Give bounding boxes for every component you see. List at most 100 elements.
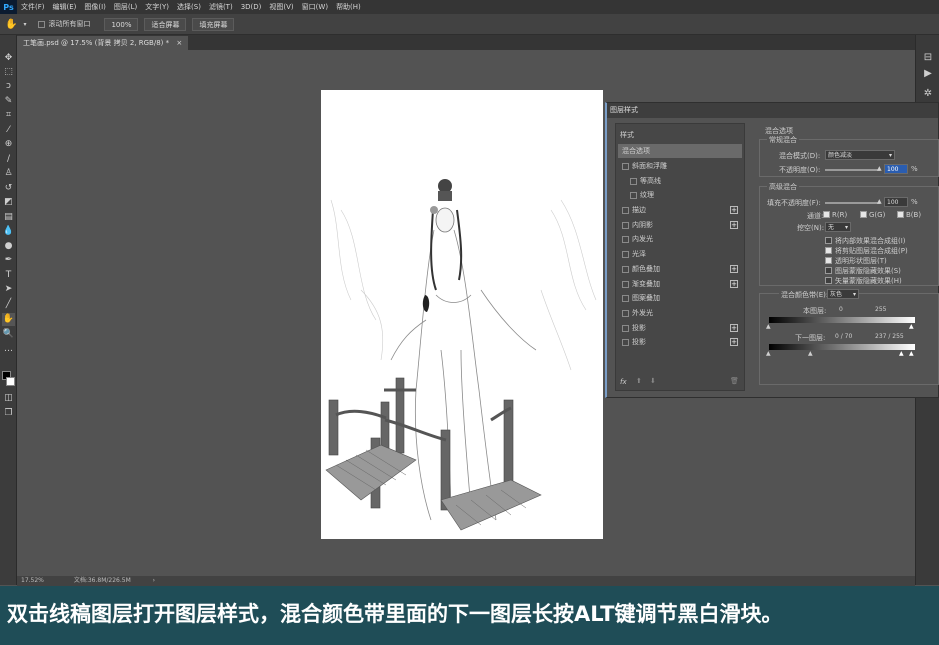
eraser-tool-icon[interactable]: ◩ bbox=[2, 196, 15, 209]
document-tab[interactable]: 工笔画.psd @ 17.5% (背景 拷贝 2, RGB/8) * × bbox=[17, 36, 189, 50]
knockout-select[interactable]: 无 ▾ bbox=[825, 222, 851, 232]
style-inner-glow[interactable]: 内发光 bbox=[618, 232, 742, 246]
background-color-swatch[interactable] bbox=[6, 377, 15, 386]
crop-tool-icon[interactable]: ⌗ bbox=[2, 109, 15, 122]
style-gradient-overlay[interactable]: 渐变叠加 + bbox=[618, 277, 742, 291]
lasso-tool-icon[interactable]: ↄ bbox=[2, 80, 15, 93]
add-style-plus-icon[interactable]: + bbox=[730, 324, 738, 332]
screen-mode-icon[interactable]: ❐ bbox=[2, 407, 15, 420]
scroll-all-checkbox[interactable] bbox=[38, 20, 46, 28]
style-color-overlay[interactable]: 颜色叠加 + bbox=[618, 262, 742, 276]
style-checkbox[interactable] bbox=[622, 162, 629, 170]
clone-stamp-tool-icon[interactable]: ♙ bbox=[2, 167, 15, 180]
blend-interior-checkbox[interactable] bbox=[825, 237, 832, 244]
line-tool-icon[interactable]: ╱ bbox=[2, 298, 15, 311]
style-checkbox[interactable] bbox=[630, 191, 637, 199]
dodge-tool-icon[interactable]: ● bbox=[2, 240, 15, 253]
type-tool-icon[interactable]: T bbox=[2, 269, 15, 282]
quick-select-tool-icon[interactable]: ✎ bbox=[2, 95, 15, 108]
gradient-tool-icon[interactable]: ▤ bbox=[2, 211, 15, 224]
menu-layer[interactable]: 图层(L) bbox=[110, 2, 141, 12]
properties-panel-icon[interactable]: ✲ bbox=[920, 87, 936, 101]
menu-help[interactable]: 帮助(H) bbox=[332, 2, 365, 12]
channel-g-checkbox[interactable] bbox=[860, 211, 867, 218]
vector-mask-hides-checkbox[interactable] bbox=[825, 277, 832, 284]
dialog-title[interactable]: 图层样式 bbox=[607, 103, 938, 118]
fill-opacity-slider[interactable] bbox=[825, 202, 880, 204]
this-layer-black-slider[interactable]: ▲ bbox=[766, 323, 771, 330]
style-drop-shadow-2[interactable]: 投影 + bbox=[618, 335, 742, 349]
fill-screen-button[interactable]: 填充屏幕 bbox=[192, 17, 235, 31]
fit-screen-button[interactable]: 适合屏幕 bbox=[144, 17, 187, 31]
fx-icon[interactable]: fx bbox=[620, 378, 627, 386]
blend-clipped-checkbox[interactable] bbox=[825, 247, 832, 254]
eyedropper-tool-icon[interactable]: ⁄ bbox=[2, 124, 15, 137]
hand-tool-icon[interactable]: ✋ bbox=[5, 19, 17, 30]
menu-view[interactable]: 视图(V) bbox=[265, 2, 297, 12]
tool-preset-chevron-icon[interactable]: ▾ bbox=[23, 21, 26, 28]
menu-window[interactable]: 窗口(W) bbox=[298, 2, 332, 12]
style-inner-shadow[interactable]: 内阴影 + bbox=[618, 218, 742, 232]
move-up-icon[interactable]: ⬆ bbox=[636, 377, 642, 385]
brush-tool-icon[interactable]: ∕ bbox=[2, 153, 15, 166]
actions-panel-icon[interactable]: ▶ bbox=[920, 67, 936, 81]
underlying-black-slider-right[interactable]: ▲ bbox=[808, 350, 813, 357]
add-style-plus-icon[interactable]: + bbox=[730, 206, 738, 214]
style-checkbox[interactable] bbox=[622, 265, 629, 273]
add-style-plus-icon[interactable]: + bbox=[730, 280, 738, 288]
path-select-tool-icon[interactable]: ➤ bbox=[2, 283, 15, 296]
document-canvas[interactable] bbox=[321, 90, 603, 539]
menu-3d[interactable]: 3D(D) bbox=[237, 3, 266, 11]
style-checkbox[interactable] bbox=[630, 177, 637, 185]
underlying-black-slider-left[interactable]: ▲ bbox=[766, 350, 771, 357]
add-style-plus-icon[interactable]: + bbox=[730, 221, 738, 229]
menu-file[interactable]: 文件(F) bbox=[17, 2, 49, 12]
style-checkbox[interactable] bbox=[622, 324, 629, 332]
quick-mask-icon[interactable]: ◫ bbox=[2, 392, 15, 405]
style-checkbox[interactable] bbox=[622, 206, 629, 214]
style-satin[interactable]: 光泽 bbox=[618, 247, 742, 261]
style-pattern-overlay[interactable]: 图案叠加 bbox=[618, 291, 742, 305]
opacity-input[interactable]: 100 bbox=[884, 164, 908, 174]
style-contour[interactable]: 等高线 bbox=[618, 174, 742, 188]
style-drop-shadow[interactable]: 投影 + bbox=[618, 321, 742, 335]
opacity-slider[interactable] bbox=[825, 169, 880, 171]
move-down-icon[interactable]: ⬇ bbox=[650, 377, 656, 385]
style-checkbox[interactable] bbox=[622, 294, 629, 302]
status-arrow-icon[interactable]: › bbox=[153, 577, 155, 584]
style-checkbox[interactable] bbox=[622, 250, 629, 258]
style-checkbox[interactable] bbox=[622, 221, 629, 229]
history-brush-tool-icon[interactable]: ↺ bbox=[2, 182, 15, 195]
underlying-white-slider-left[interactable]: ▲ bbox=[899, 350, 904, 357]
style-list-header[interactable]: 样式 bbox=[620, 130, 634, 140]
hand-tool-icon[interactable]: ✋ bbox=[2, 313, 15, 326]
move-tool-icon[interactable]: ✥ bbox=[2, 52, 15, 65]
add-style-plus-icon[interactable]: + bbox=[730, 338, 738, 346]
marquee-tool-icon[interactable]: ⬚ bbox=[2, 66, 15, 79]
this-layer-white-slider[interactable]: ▲ bbox=[909, 323, 914, 330]
blend-mode-select[interactable]: 颜色减淡 ▾ bbox=[825, 150, 895, 160]
fill-slider-handle[interactable]: ▲ bbox=[877, 198, 882, 205]
add-style-plus-icon[interactable]: + bbox=[730, 265, 738, 273]
style-checkbox[interactable] bbox=[622, 235, 629, 243]
underlying-white-slider-right[interactable]: ▲ bbox=[909, 350, 914, 357]
channel-b-checkbox[interactable] bbox=[897, 211, 904, 218]
style-outer-glow[interactable]: 外发光 bbox=[618, 306, 742, 320]
zoom-tool-icon[interactable]: 🔍 bbox=[2, 328, 15, 341]
style-texture[interactable]: 纹理 bbox=[618, 188, 742, 202]
style-checkbox[interactable] bbox=[622, 338, 629, 346]
healing-brush-tool-icon[interactable]: ⊕ bbox=[2, 138, 15, 151]
style-blending-options[interactable]: 混合选项 bbox=[618, 144, 742, 158]
layer-mask-hides-checkbox[interactable] bbox=[825, 267, 832, 274]
menu-type[interactable]: 文字(Y) bbox=[141, 2, 173, 12]
zoom-status[interactable]: 17.52% bbox=[21, 577, 44, 584]
history-panel-icon[interactable]: ⊟ bbox=[920, 51, 936, 65]
opacity-slider-handle[interactable]: ▲ bbox=[877, 165, 882, 172]
blur-tool-icon[interactable]: 💧 bbox=[2, 225, 15, 238]
menu-image[interactable]: 图像(I) bbox=[80, 2, 110, 12]
pen-tool-icon[interactable]: ✒ bbox=[2, 254, 15, 267]
transparency-shapes-checkbox[interactable] bbox=[825, 257, 832, 264]
style-stroke[interactable]: 描边 + bbox=[618, 203, 742, 217]
close-tab-icon[interactable]: × bbox=[176, 39, 182, 47]
style-checkbox[interactable] bbox=[622, 280, 629, 288]
